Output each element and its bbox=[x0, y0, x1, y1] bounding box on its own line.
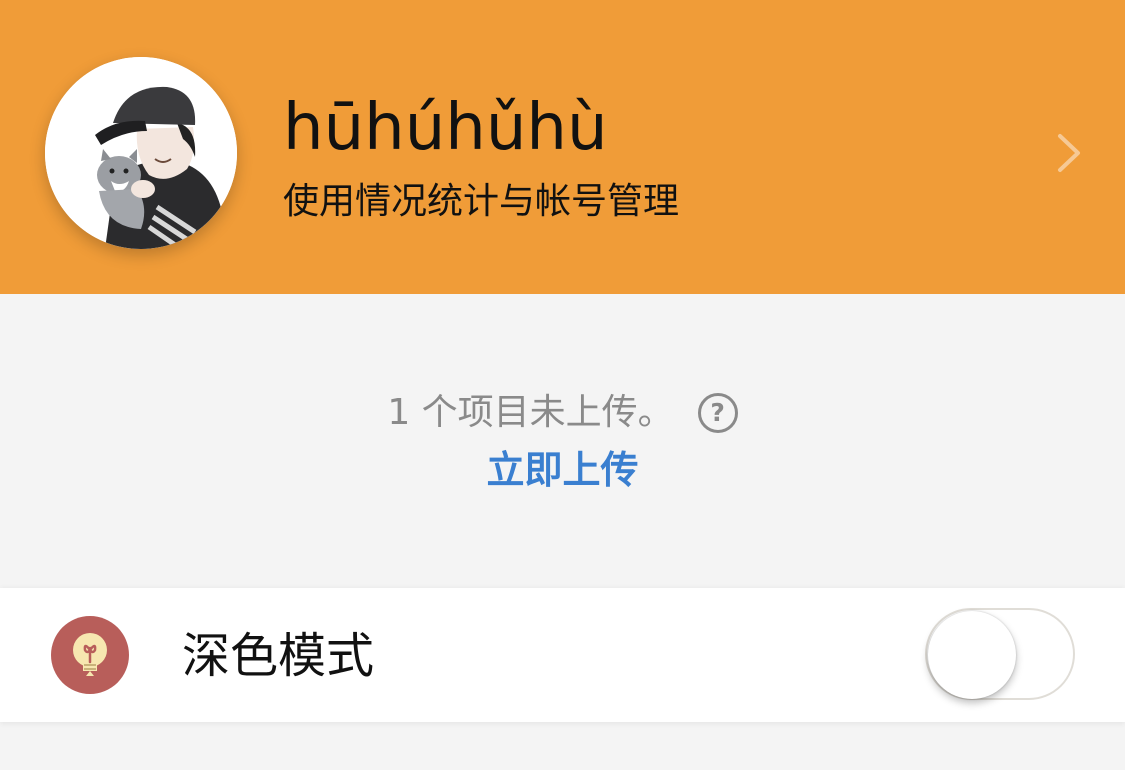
help-icon[interactable]: ? bbox=[697, 393, 738, 433]
dark-mode-row[interactable]: 深色模式 bbox=[0, 588, 1125, 722]
account-subtitle: 使用情况统计与帐号管理 bbox=[283, 181, 680, 222]
avatar-illustration bbox=[45, 57, 237, 249]
account-header[interactable]: hūhúhǔhù 使用情况统计与帐号管理 bbox=[0, 0, 1125, 294]
chevron-right-icon bbox=[1058, 134, 1080, 172]
upload-message: 1 个项目未上传。 bbox=[387, 392, 674, 433]
toggle-knob[interactable] bbox=[928, 611, 1016, 699]
avatar[interactable] bbox=[45, 57, 237, 249]
user-name: hūhúhǔhù bbox=[283, 91, 608, 165]
upload-now-link[interactable]: 立即上传 bbox=[0, 442, 1125, 498]
dark-mode-label: 深色模式 bbox=[182, 628, 375, 684]
upload-status: 1 个项目未上传。? 立即上传 bbox=[0, 294, 1125, 588]
lightbulb-icon bbox=[51, 616, 129, 694]
dark-mode-toggle[interactable] bbox=[925, 608, 1075, 700]
upload-message-line: 1 个项目未上传。? bbox=[0, 384, 1125, 441]
